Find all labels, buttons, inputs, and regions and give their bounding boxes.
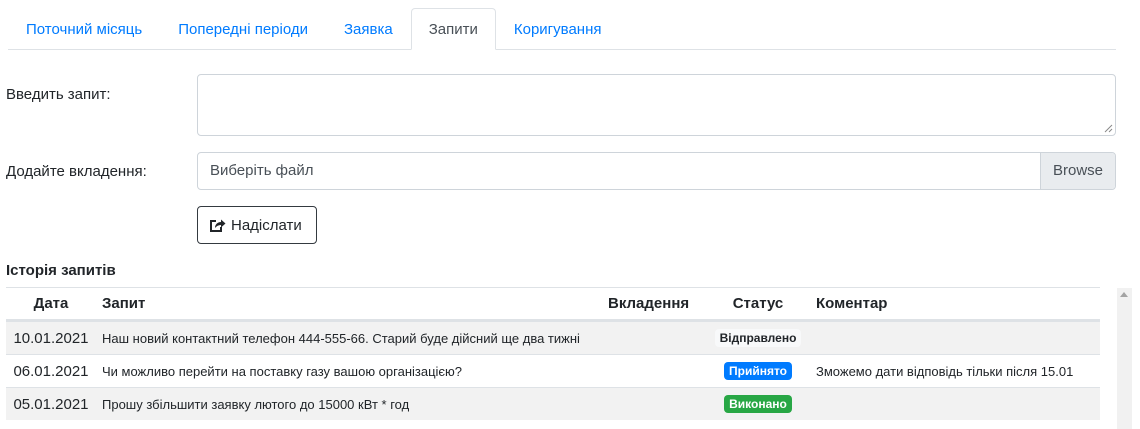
history-title: Історія запитів: [6, 262, 116, 279]
status-badge: Прийнято: [723, 362, 792, 380]
tab-application[interactable]: Заявка: [326, 8, 411, 50]
tab-corrections[interactable]: Коригування: [496, 8, 620, 50]
history-table: Дата Запит Вкладення Статус Коментар 10.…: [6, 288, 1100, 420]
send-label: Надіслати: [231, 216, 302, 234]
resize-grip-icon[interactable]: [1104, 124, 1113, 133]
request-label: Введить запит:: [6, 86, 111, 103]
col-comment: Коментар: [816, 295, 888, 312]
row-date: 06.01.2021: [13, 362, 89, 380]
file-input[interactable]: Виберіть файл Browse: [197, 152, 1116, 190]
tab-requests[interactable]: Запити: [410, 8, 496, 50]
table-row[interactable]: 05.01.2021 Прошу збільшити заявку лютого…: [6, 387, 1100, 420]
table-header: Дата Запит Вкладення Статус Коментар: [6, 288, 1100, 321]
row-request: Наш новий контактний телефон 444-555-66.…: [102, 330, 580, 346]
status-badge: Виконано: [724, 395, 792, 413]
request-textarea[interactable]: [197, 74, 1116, 136]
col-status: Статус: [732, 295, 784, 312]
row-date: 10.01.2021: [13, 329, 89, 347]
table-row[interactable]: 10.01.2021 Наш новий контактний телефон …: [6, 321, 1100, 354]
col-attachments: Вкладення: [608, 295, 690, 312]
tab-bar: Поточний місяць Попередні періоди Заявка…: [8, 8, 1116, 50]
table-row[interactable]: 06.01.2021 Чи можливо перейти на поставк…: [6, 354, 1100, 387]
row-request: Прошу збільшити заявку лютого до 15000 к…: [102, 396, 410, 412]
scroll-up-icon[interactable]: [1120, 292, 1128, 297]
send-button[interactable]: Надіслати: [197, 206, 317, 244]
col-date: Дата: [33, 295, 69, 312]
row-request: Чи можливо перейти на поставку газу вашо…: [102, 363, 463, 379]
tab-current-month[interactable]: Поточний місяць: [8, 8, 160, 50]
col-request: Запит: [102, 295, 146, 312]
status-badge: Відправлено: [714, 329, 802, 347]
browse-button[interactable]: Browse: [1040, 153, 1115, 189]
share-icon: [210, 219, 226, 232]
file-placeholder: Виберіть файл: [210, 162, 314, 179]
row-date: 05.01.2021: [13, 395, 89, 413]
row-comment: Зможемо дати відповідь тільки після 15.0…: [816, 363, 1074, 379]
table-scrollbar[interactable]: [1117, 288, 1132, 429]
attach-label: Додайте вкладення:: [6, 163, 147, 180]
tab-previous-periods[interactable]: Попередні періоди: [160, 8, 326, 50]
